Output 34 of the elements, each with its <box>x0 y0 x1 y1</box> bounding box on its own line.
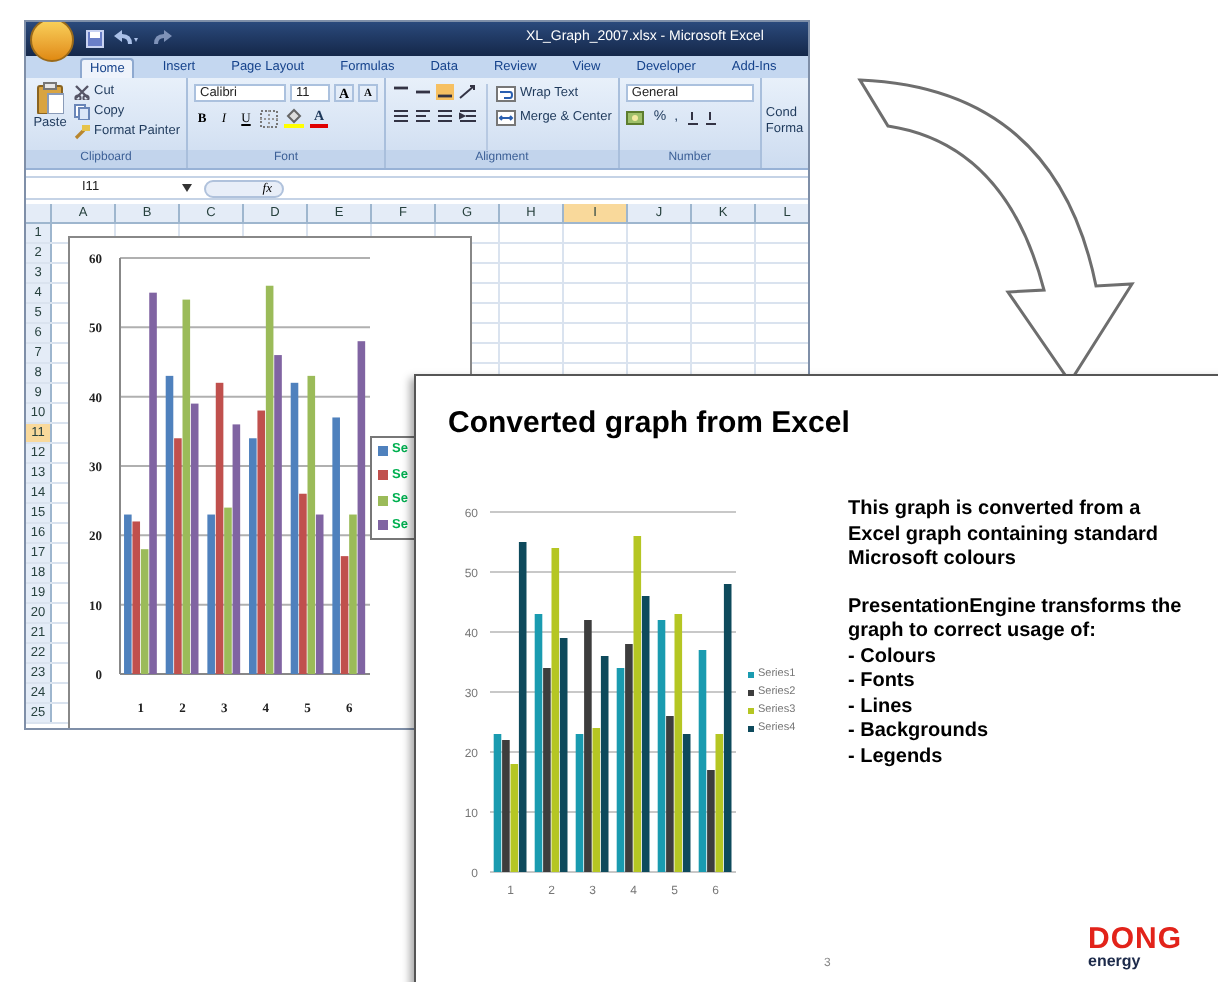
bullet-item: - Lines <box>848 695 915 720</box>
legend-marker-icon <box>748 726 754 732</box>
bullet-item: - Colours <box>848 645 938 670</box>
logo-word: DONG <box>1088 926 1182 954</box>
bullet-item: - Fonts <box>848 670 917 695</box>
logo-subword: energy <box>1088 954 1141 970</box>
vertical-align-icon <box>436 84 454 100</box>
legend-marker-icon <box>748 672 754 678</box>
borders-icon <box>260 109 278 127</box>
slide-title: Converted graph from Excel <box>448 404 850 444</box>
text-align-icon <box>436 108 454 124</box>
bullet-item: - Backgrounds <box>848 720 991 745</box>
dropdown-icon <box>182 184 192 192</box>
legend-marker-icon <box>748 690 754 696</box>
wrap-icon <box>496 85 516 101</box>
bullet-item: - Legends <box>848 745 945 770</box>
undo-icon <box>114 30 138 48</box>
indent-icon <box>458 108 478 124</box>
slide-paragraph: This graph is converted from a Excel graph containing standard Microsoft colours <box>848 498 1161 573</box>
slide-paragraph: PresentationEngine transforms the graph to correct usage of: <box>848 595 1184 645</box>
decimal-icon <box>686 110 719 126</box>
orientation-icon <box>458 84 478 100</box>
currency-icon <box>625 110 646 126</box>
clipboard-icon <box>36 82 64 114</box>
copy-icon <box>74 103 90 119</box>
fill-bucket-icon <box>284 108 304 128</box>
brush-icon <box>74 123 90 139</box>
scissors-icon <box>74 83 90 99</box>
text-align-icon <box>414 108 432 124</box>
text-align-icon <box>392 108 410 124</box>
merge-icon <box>496 109 516 125</box>
legend-marker-icon <box>748 708 754 714</box>
redo-icon <box>148 30 172 48</box>
save-icon <box>86 30 104 48</box>
